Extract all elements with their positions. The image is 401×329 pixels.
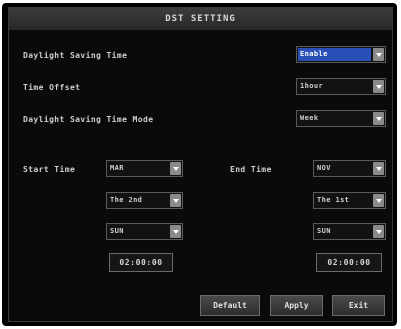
dst-mode-value: Week — [300, 114, 319, 122]
end-day-select[interactable]: SUN — [313, 223, 386, 240]
time-offset-value: 1hour — [300, 82, 324, 90]
dropdown-arrow-icon[interactable] — [373, 194, 384, 207]
daylight-saving-time-value: Enable — [298, 48, 371, 61]
end-month-value: NOV — [317, 164, 331, 172]
dst-mode-select[interactable]: Week — [296, 110, 386, 127]
end-time-input[interactable]: 02:00:00 — [316, 253, 382, 272]
dropdown-arrow-icon[interactable] — [373, 48, 384, 61]
end-day-value: SUN — [317, 227, 331, 235]
end-month-select[interactable]: NOV — [313, 160, 386, 177]
end-week-value: The 1st — [317, 196, 350, 204]
dropdown-arrow-icon[interactable] — [373, 225, 384, 238]
dropdown-arrow-icon[interactable] — [373, 112, 384, 125]
dialog-title: DST SETTING — [9, 8, 392, 30]
dst-mode-label: Daylight Saving Time Mode — [23, 115, 154, 124]
dropdown-arrow-icon[interactable] — [170, 162, 181, 175]
dropdown-arrow-icon[interactable] — [373, 162, 384, 175]
start-time-input[interactable]: 02:00:00 — [109, 253, 173, 272]
time-offset-select[interactable]: 1hour — [296, 78, 386, 95]
time-offset-label: Time Offset — [23, 83, 81, 92]
start-time-label: Start Time — [23, 165, 76, 174]
start-week-value: The 2nd — [110, 196, 143, 204]
daylight-saving-time-label: Daylight Saving Time — [23, 51, 128, 60]
start-day-value: SUN — [110, 227, 124, 235]
start-month-value: MAR — [110, 164, 124, 172]
end-time-label: End Time — [230, 165, 272, 174]
dropdown-arrow-icon[interactable] — [170, 225, 181, 238]
end-week-select[interactable]: The 1st — [313, 192, 386, 209]
start-week-select[interactable]: The 2nd — [106, 192, 183, 209]
screen-frame: DST SETTING Daylight Saving Time Enable … — [2, 3, 397, 326]
start-month-select[interactable]: MAR — [106, 160, 183, 177]
dropdown-arrow-icon[interactable] — [373, 80, 384, 93]
exit-button[interactable]: Exit — [332, 295, 385, 316]
daylight-saving-time-select[interactable]: Enable — [296, 46, 386, 63]
default-button[interactable]: Default — [200, 295, 260, 316]
dropdown-arrow-icon[interactable] — [170, 194, 181, 207]
start-day-select[interactable]: SUN — [106, 223, 183, 240]
dst-setting-dialog: DST SETTING Daylight Saving Time Enable … — [8, 7, 393, 322]
apply-button[interactable]: Apply — [270, 295, 323, 316]
